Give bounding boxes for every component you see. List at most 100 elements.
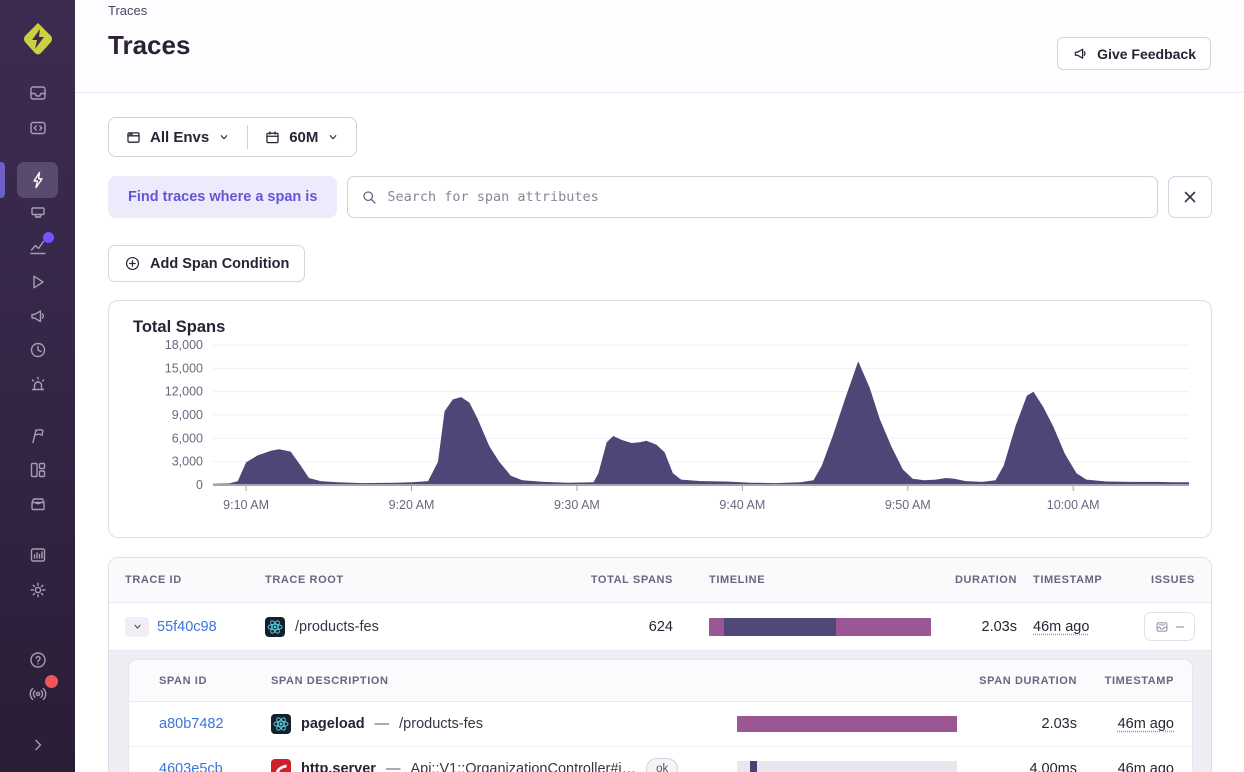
trace-timestamp[interactable]: 46m ago [1033,619,1089,635]
search-box[interactable] [347,176,1158,218]
sidebar-item-issues[interactable] [0,75,75,111]
help-icon [28,650,48,670]
bar-segment [724,618,836,636]
svg-text:9:20 AM: 9:20 AM [389,498,435,512]
svg-text:9:30 AM: 9:30 AM [554,498,600,512]
ruby-icon [271,759,291,772]
svg-text:10:00 AM: 10:00 AM [1047,498,1100,512]
svg-text:9:40 AM: 9:40 AM [719,498,765,512]
span-op: pageload [301,716,365,732]
trace-timeline-bar[interactable] [709,618,931,636]
bar-segment [709,618,724,636]
megaphone-icon [1072,45,1089,62]
sidebar-item-releases[interactable] [0,486,75,522]
col-timeline: Timeline [673,574,931,586]
trace-root-name[interactable]: /products-fes [295,619,379,635]
chevron-down-icon [326,130,340,144]
span-status-badge: ok [646,758,678,772]
total-spans-chart-panel: Total Spans 03,0006,0009,00012,00015,000… [108,300,1212,538]
time-range-filter[interactable]: 60M [248,118,356,156]
siren-icon [28,374,48,394]
bar-segment [737,716,957,732]
sidebar-item-performance[interactable] [0,162,75,198]
where-span-label: Find traces where a span is [108,176,337,218]
sidebar-item-history[interactable] [0,332,75,368]
sentry-logo-icon[interactable] [19,20,57,58]
trace-issues-button[interactable]: – [1144,612,1195,641]
expanded-trace-zone: Span ID Span Description Span Duration T… [109,650,1211,772]
page-header: Traces Traces Give Feedback [75,0,1244,93]
issues-icon [28,83,48,103]
bar-stats-icon [28,545,48,565]
spans-table-header: Span ID Span Description Span Duration T… [129,660,1192,702]
dashboard-icon [28,460,48,480]
gear-icon [28,580,48,600]
span-row: 4603e5cb http.server — Api::V1::Organiza… [129,747,1192,772]
svg-text:0: 0 [196,478,203,492]
span-search-input[interactable] [387,189,1144,205]
expand-trace-button[interactable] [125,617,149,637]
chevron-down-icon [217,130,231,144]
sidebar-item-feedback[interactable] [0,298,75,334]
col-span-timestamp: Timestamp [1077,675,1174,687]
main-content: All Envs 60M Find traces where a span is… [75,94,1244,772]
breadcrumb[interactable]: Traces [108,3,147,18]
sidebar-item-help[interactable] [0,642,75,678]
total-spans-value: 624 [563,619,673,635]
svg-text:15,000: 15,000 [165,361,203,375]
play-icon [28,272,48,292]
sidebar-item-alerts[interactable] [0,366,75,402]
environment-filter-label: All Envs [150,129,209,146]
chevron-down-icon [131,620,144,633]
span-timestamp[interactable]: 46m ago [1118,761,1174,772]
chart-title: Total Spans [133,318,1199,337]
environment-filter[interactable]: All Envs [109,118,247,156]
separator-dash: — [375,716,390,732]
sidebar-item-dashboards[interactable] [0,452,75,488]
col-span-duration: Span Duration [957,675,1077,687]
projector-icon [28,203,48,223]
svg-text:9:10 AM: 9:10 AM [223,498,269,512]
span-description[interactable]: Api::V1::OrganizationController#i… [410,761,636,772]
svg-text:6,000: 6,000 [172,431,203,445]
notification-dot-purple [43,232,54,243]
svg-text:9:50 AM: 9:50 AM [885,498,931,512]
sidebar-item-projects[interactable] [0,110,75,146]
span-duration: 4.00ms [957,761,1077,772]
sidebar-item-explore[interactable] [0,229,75,265]
span-id-link[interactable]: 4603e5cb [159,761,271,772]
traces-table-header: Trace ID Trace Root Total Spans Timeline… [109,558,1211,603]
sidebar-item-profiling[interactable] [0,195,75,231]
filter-bar: All Envs 60M [108,117,357,157]
col-trace-id: Trace ID [125,574,265,586]
window-stack-icon [125,129,142,146]
clear-search-button[interactable] [1168,176,1212,218]
megaphone-icon [28,306,48,326]
sidebar-item-settings[interactable] [0,572,75,608]
add-span-condition-button[interactable]: Add Span Condition [108,245,305,282]
svg-text:9,000: 9,000 [172,408,203,422]
col-duration: Duration [931,574,1017,586]
react-icon [271,714,291,734]
clock-icon [28,340,48,360]
trace-duration: 2.03s [931,619,1017,635]
span-id-link[interactable]: a80b7482 [159,716,271,732]
col-issues: Issues [1133,574,1195,586]
sidebar-item-broadcast[interactable] [0,675,75,711]
trace-id-link[interactable]: 55f40c98 [157,619,217,635]
sidebar-item-replays[interactable] [0,264,75,300]
span-timestamp[interactable]: 46m ago [1118,716,1174,732]
flag-icon [28,426,48,446]
span-description[interactable]: /products-fes [399,716,483,732]
sidebar-collapse-button[interactable] [0,727,75,763]
sidebar-item-stats[interactable] [0,537,75,573]
trace-row: 55f40c98 /products-fes 624 2.03s 46m ago [109,603,1211,650]
traces-table: Trace ID Trace Root Total Spans Timeline… [108,557,1212,772]
plus-circle-icon [124,255,141,272]
search-row: Find traces where a span is [108,176,1212,218]
give-feedback-button[interactable]: Give Feedback [1057,37,1211,70]
total-spans-area-chart[interactable]: 03,0006,0009,00012,00015,00018,0009:10 A… [133,337,1197,517]
svg-text:3,000: 3,000 [172,455,203,469]
sidebar-item-whats-new[interactable] [0,418,75,454]
sidebar [0,0,75,772]
